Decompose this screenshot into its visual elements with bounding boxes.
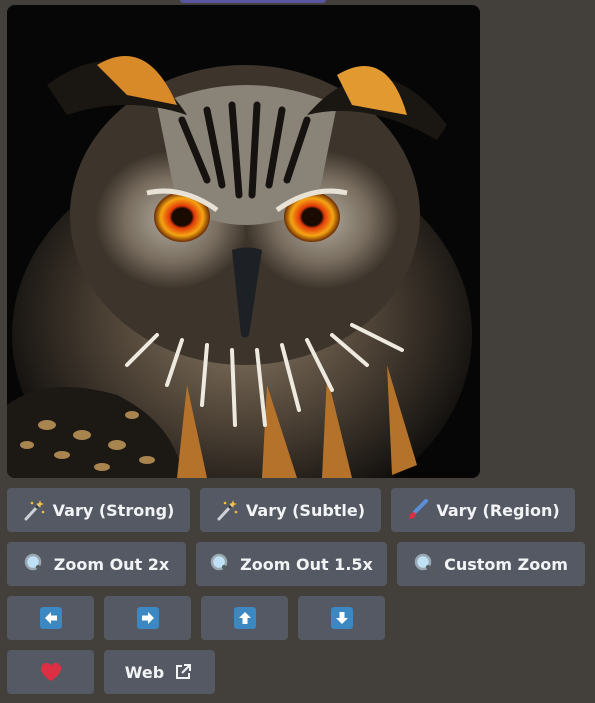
arrow-up-icon: [233, 607, 256, 629]
zoom-out-2x-label: Zoom Out 2x: [53, 554, 170, 574]
zoom-out-1-5x-label: Zoom Out 1.5x: [240, 554, 373, 574]
external-link-icon: [172, 661, 194, 683]
arrow-left-icon: [39, 607, 62, 629]
web-label: Web: [124, 662, 165, 682]
vary-subtle-button[interactable]: Vary (Subtle): [200, 488, 381, 532]
zoom-out-1-5x-button[interactable]: Zoom Out 1.5x: [196, 542, 387, 586]
pan-up-button[interactable]: [201, 596, 288, 640]
magnifier-icon: [24, 553, 46, 575]
zoom-out-2x-button[interactable]: Zoom Out 2x: [7, 542, 186, 586]
top-accent-strip: [180, 0, 326, 3]
vary-subtle-label: Vary (Subtle): [245, 500, 366, 520]
arrow-down-icon: [330, 607, 353, 629]
magnifier-icon: [210, 553, 233, 575]
magic-wand-icon: [23, 499, 45, 521]
generated-owl-image[interactable]: [7, 5, 480, 478]
pan-right-button[interactable]: [104, 596, 191, 640]
favorite-button[interactable]: [7, 650, 94, 694]
magnifier-icon: [414, 553, 437, 575]
magic-wand-icon: [216, 499, 238, 521]
vary-region-label: Vary (Region): [436, 500, 560, 520]
owl-illustration: [7, 5, 480, 478]
pan-left-button[interactable]: [7, 596, 94, 640]
arrow-right-icon: [136, 607, 159, 629]
heart-icon: [40, 661, 62, 683]
vary-region-button[interactable]: Vary (Region): [391, 488, 575, 532]
vary-strong-button[interactable]: Vary (Strong): [7, 488, 190, 532]
custom-zoom-label: Custom Zoom: [444, 554, 568, 574]
vary-strong-label: Vary (Strong): [52, 500, 175, 520]
web-link-button[interactable]: Web: [104, 650, 215, 694]
pan-down-button[interactable]: [298, 596, 385, 640]
paintbrush-icon: [406, 499, 429, 521]
custom-zoom-button[interactable]: Custom Zoom: [397, 542, 585, 586]
